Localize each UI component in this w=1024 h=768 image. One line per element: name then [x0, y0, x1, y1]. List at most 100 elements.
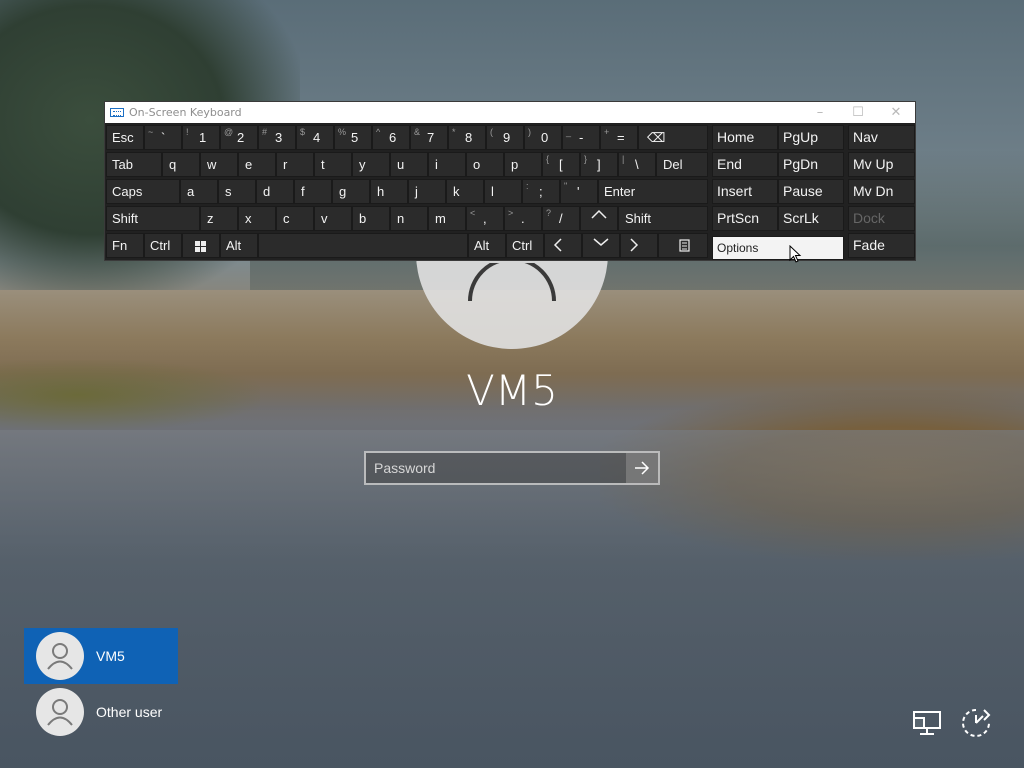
osk-title: On-Screen Keyboard — [129, 106, 242, 119]
backspace-key[interactable]: ⌫ — [638, 125, 708, 150]
key-1[interactable]: ! 1 — [182, 125, 220, 150]
key-k[interactable]: k — [446, 179, 484, 204]
key-t[interactable]: t — [314, 152, 352, 177]
space-key[interactable] — [258, 233, 468, 258]
key-home[interactable]: Home — [712, 125, 778, 150]
key-r[interactable]: r — [276, 152, 314, 177]
windows-key[interactable] — [182, 233, 220, 258]
key-b[interactable]: b — [352, 206, 390, 231]
key-comma[interactable]: <, — [466, 206, 504, 231]
minimize-button[interactable]: – — [801, 102, 839, 123]
arrow-left-key[interactable] — [544, 233, 582, 258]
options-button[interactable]: Options — [712, 236, 844, 263]
key-x[interactable]: x — [238, 206, 276, 231]
user-item-vm5[interactable]: VM5 — [24, 628, 178, 684]
key-esc[interactable]: Esc — [106, 125, 144, 150]
key-o[interactable]: o — [466, 152, 504, 177]
person-icon — [47, 643, 73, 670]
key-n[interactable]: n — [390, 206, 428, 231]
key-7[interactable]: & 7 — [410, 125, 448, 150]
key-s[interactable]: s — [218, 179, 256, 204]
key-h[interactable]: h — [370, 179, 408, 204]
key-period[interactable]: >. — [504, 206, 542, 231]
key-fn[interactable]: Fn — [106, 233, 144, 258]
key-end[interactable]: End — [712, 152, 778, 177]
key-9[interactable]: (9 — [486, 125, 524, 150]
key-del[interactable]: Del — [656, 152, 708, 177]
user-name: VM5 — [96, 648, 125, 664]
key-i[interactable]: i — [428, 152, 466, 177]
key-pgup[interactable]: PgUp — [778, 125, 844, 150]
key-u[interactable]: u — [390, 152, 428, 177]
maximize-button[interactable]: ☐ — [839, 102, 877, 123]
key-semicolon[interactable]: :; — [522, 179, 560, 204]
network-icon[interactable] — [910, 706, 946, 742]
key-c[interactable]: c — [276, 206, 314, 231]
key-5[interactable]: % 5 — [334, 125, 372, 150]
on-screen-keyboard-window: On-Screen Keyboard – ☐ ✕ Esc ~ ` ! 1 @2 #3… — [104, 101, 916, 263]
key-w[interactable]: w — [200, 152, 238, 177]
key-d[interactable]: d — [256, 179, 294, 204]
chevron-up-icon — [591, 209, 607, 219]
key-scrlk[interactable]: ScrLk — [778, 206, 844, 231]
key-e[interactable]: e — [238, 152, 276, 177]
key-l[interactable]: l — [484, 179, 522, 204]
menu-key[interactable] — [658, 233, 708, 258]
key-equals[interactable]: + = — [600, 125, 638, 150]
key-ctrl-right[interactable]: Ctrl — [506, 233, 544, 258]
key-shift-right[interactable]: Shift — [618, 206, 708, 231]
key-f[interactable]: f — [294, 179, 332, 204]
key-slash[interactable]: ? / — [542, 206, 580, 231]
key-z[interactable]: z — [200, 206, 238, 231]
key-a[interactable]: a — [180, 179, 218, 204]
user-item-other-user[interactable]: Other user — [24, 684, 178, 740]
key-prtscn[interactable]: PrtScn — [712, 206, 778, 231]
key-mv-dn[interactable]: Mv Dn — [848, 179, 915, 204]
key-m[interactable]: m — [428, 206, 466, 231]
key-mv-up[interactable]: Mv Up — [848, 152, 915, 177]
password-input[interactable] — [366, 453, 626, 483]
submit-arrow-button[interactable] — [626, 453, 658, 483]
ease-of-access-icon[interactable] — [958, 706, 994, 742]
key-6[interactable]: ^ 6 — [372, 125, 410, 150]
arrow-down-key[interactable] — [582, 233, 620, 258]
key-3[interactable]: #3 — [258, 125, 296, 150]
key-bracket-right[interactable]: }] — [580, 152, 618, 177]
key-v[interactable]: v — [314, 206, 352, 231]
key-y[interactable]: y — [352, 152, 390, 177]
key-8[interactable]: * 8 — [448, 125, 486, 150]
arrow-right-key[interactable] — [620, 233, 658, 258]
key-p[interactable]: p — [504, 152, 542, 177]
chevron-left-icon — [553, 238, 562, 252]
loading-spinner-icon — [468, 263, 556, 302]
key-backslash[interactable]: | \ — [618, 152, 656, 177]
key-fade[interactable]: Fade — [848, 233, 915, 258]
user-avatar — [36, 632, 84, 680]
key-ctrl-left[interactable]: Ctrl — [144, 233, 182, 258]
key-pause[interactable]: Pause — [778, 179, 844, 204]
key-0[interactable]: ) 0 — [524, 125, 562, 150]
key-q[interactable]: q — [162, 152, 200, 177]
key-bracket-left[interactable]: {[ — [542, 152, 580, 177]
key-alt-left[interactable]: Alt — [220, 233, 258, 258]
mouse-cursor-icon — [789, 245, 802, 263]
key-backtick[interactable]: ~ ` — [144, 125, 182, 150]
key-insert[interactable]: Insert — [712, 179, 778, 204]
key-shift-left[interactable]: Shift — [106, 206, 200, 231]
key-2[interactable]: @2 — [220, 125, 258, 150]
key-pgdn[interactable]: PgDn — [778, 152, 844, 177]
key-enter[interactable]: Enter — [598, 179, 708, 204]
key-alt-right[interactable]: Alt — [468, 233, 506, 258]
key-g[interactable]: g — [332, 179, 370, 204]
osk-title-bar[interactable]: On-Screen Keyboard – ☐ ✕ — [105, 102, 915, 123]
key-tab[interactable]: Tab — [106, 152, 162, 177]
key-4[interactable]: $4 — [296, 125, 334, 150]
key-quote[interactable]: " ' — [560, 179, 598, 204]
key-caps[interactable]: Caps — [106, 179, 180, 204]
key-dock[interactable]: Dock — [848, 206, 915, 231]
key-j[interactable]: j — [408, 179, 446, 204]
close-button[interactable]: ✕ — [877, 102, 915, 123]
key-nav[interactable]: Nav — [848, 125, 915, 150]
arrow-up-key[interactable] — [580, 206, 618, 231]
key-minus[interactable]: _ - — [562, 125, 600, 150]
